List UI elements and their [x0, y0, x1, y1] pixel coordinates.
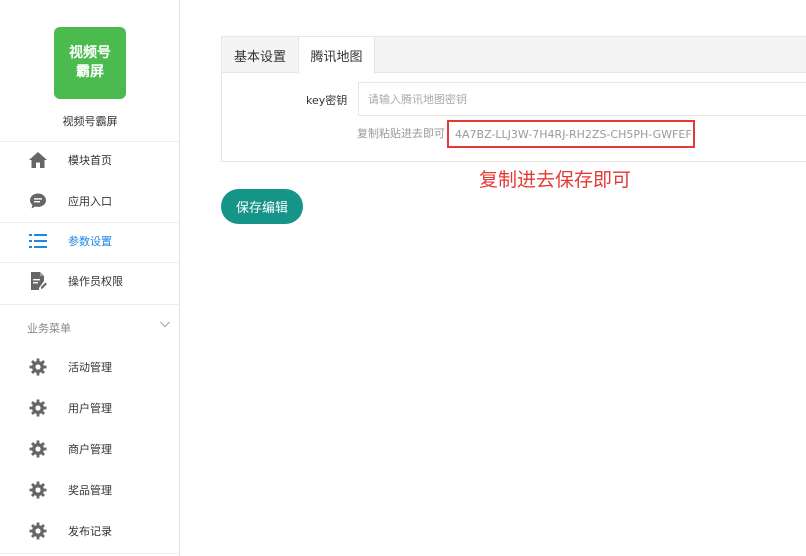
sidebar-item-label: 商户管理 — [68, 443, 112, 456]
sidebar: 视频号 霸屏 视频号霸屏 模块首页 应用入口 参数设置 操作员权限 业务菜单 活… — [0, 0, 180, 556]
tab-tencent-map[interactable]: 腾讯地图 — [298, 37, 375, 74]
gear-icon — [28, 521, 48, 541]
key-field-label: key密钥 — [306, 94, 348, 107]
sidebar-item-label: 操作员权限 — [68, 275, 123, 288]
sidebar-item-operator-permissions[interactable]: 操作员权限 — [0, 261, 180, 301]
list-settings-icon — [28, 231, 48, 251]
sample-key-highlight: 4A7BZ-LLJ3W-7H4RJ-RH2ZS-CH5PH-GWFEF — [447, 120, 695, 148]
sidebar-item-merchant-management[interactable]: 商户管理 — [0, 429, 180, 469]
sidebar-item-settings[interactable]: 参数设置 — [0, 221, 180, 261]
sidebar-item-label: 活动管理 — [68, 361, 112, 374]
chat-bubble-icon — [28, 191, 48, 211]
sidebar-item-home[interactable]: 模块首页 — [0, 140, 180, 180]
sidebar-item-user-management[interactable]: 用户管理 — [0, 388, 180, 428]
chevron-down-icon[interactable] — [159, 318, 171, 330]
sidebar-item-label: 奖品管理 — [68, 484, 112, 497]
sidebar-item-prize-management[interactable]: 奖品管理 — [0, 470, 180, 510]
key-input[interactable] — [358, 82, 806, 116]
gear-icon — [28, 480, 48, 500]
app-logo: 视频号 霸屏 — [54, 27, 126, 99]
save-button[interactable]: 保存编辑 — [221, 189, 303, 224]
sidebar-item-label: 发布记录 — [68, 525, 112, 538]
tab-basic-settings[interactable]: 基本设置 — [222, 37, 298, 73]
gear-icon — [28, 357, 48, 377]
divider — [0, 304, 180, 305]
tab-bar: 基本设置 腾讯地图 — [222, 37, 806, 74]
sample-key-text: 4A7BZ-LLJ3W-7H4RJ-RH2ZS-CH5PH-GWFEF — [455, 127, 692, 141]
document-edit-icon — [28, 271, 48, 291]
sidebar-item-label: 模块首页 — [68, 154, 112, 167]
home-icon — [28, 150, 48, 170]
sidebar-item-label: 参数设置 — [68, 235, 112, 248]
section-title-business: 业务菜单 — [27, 322, 71, 335]
logo-line-1: 视频号 — [69, 45, 111, 61]
divider — [0, 553, 180, 554]
app-name: 视频号霸屏 — [62, 115, 118, 128]
gear-icon — [28, 439, 48, 459]
annotation-text: 复制进去保存即可 — [479, 169, 632, 191]
sidebar-item-label: 应用入口 — [68, 195, 112, 208]
sidebar-item-publish-records[interactable]: 发布记录 — [0, 511, 180, 551]
sidebar-item-activity-management[interactable]: 活动管理 — [0, 347, 180, 387]
logo-line-2: 霸屏 — [76, 64, 104, 80]
gear-icon — [28, 398, 48, 418]
settings-panel: 基本设置 腾讯地图 key密钥 复制粘贴进去即可 4A7BZ-LLJ3W-7H4… — [221, 36, 806, 162]
sidebar-item-app-entry[interactable]: 应用入口 — [0, 181, 180, 221]
sidebar-item-label: 用户管理 — [68, 402, 112, 415]
key-hint: 复制粘贴进去即可 — [357, 127, 445, 140]
